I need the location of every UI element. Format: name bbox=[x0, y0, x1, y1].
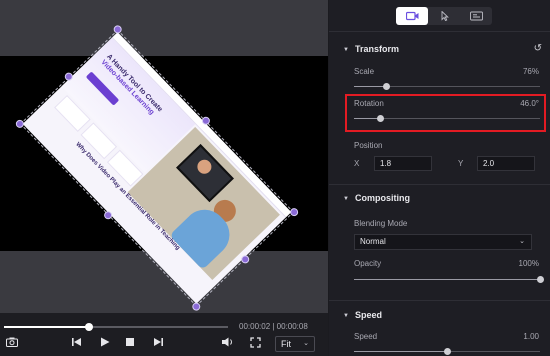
section-divider bbox=[329, 184, 550, 185]
previous-frame-icon[interactable] bbox=[69, 337, 85, 351]
blending-mode-label: Blending Mode bbox=[354, 219, 408, 228]
time-display: 00:00:02 | 00:00:08 bbox=[239, 322, 308, 331]
canvas-background-top bbox=[0, 0, 328, 56]
tab-caption[interactable] bbox=[460, 7, 492, 25]
stop-icon[interactable] bbox=[122, 337, 138, 351]
opacity-value: 100% bbox=[518, 259, 539, 268]
section-transform-header[interactable]: ▼ Transform bbox=[343, 44, 399, 54]
scale-value: 76% bbox=[522, 67, 539, 76]
position-x-label: X bbox=[354, 159, 360, 168]
volume-icon[interactable] bbox=[220, 337, 236, 351]
collapse-triangle-icon: ▼ bbox=[343, 313, 349, 319]
seek-thumb[interactable] bbox=[85, 323, 94, 331]
position-y-label: Y bbox=[458, 159, 464, 168]
position-x-input[interactable]: 1.8 bbox=[374, 156, 432, 171]
opacity-slider-thumb[interactable] bbox=[537, 276, 544, 283]
caption-icon bbox=[469, 11, 483, 21]
play-icon[interactable] bbox=[97, 337, 113, 351]
opacity-slider[interactable] bbox=[354, 276, 544, 283]
tab-animation[interactable] bbox=[428, 7, 460, 25]
video-editor-window: A Handy Tool to Create Video-based Learn… bbox=[0, 0, 550, 356]
panel-divider bbox=[329, 31, 550, 32]
collapse-triangle-icon: ▼ bbox=[343, 47, 349, 53]
next-frame-icon[interactable] bbox=[150, 337, 166, 351]
reset-icon[interactable]: ↺ bbox=[534, 43, 542, 54]
preview-area: A Handy Tool to Create Video-based Learn… bbox=[0, 0, 328, 356]
cursor-icon bbox=[441, 11, 449, 21]
opacity-label: Opacity bbox=[354, 259, 382, 268]
collapse-triangle-icon: ▼ bbox=[343, 196, 349, 202]
rotation-slider-thumb[interactable] bbox=[377, 115, 385, 122]
seek-bar[interactable] bbox=[4, 323, 228, 331]
chevron-down-icon: ⌄ bbox=[303, 340, 309, 347]
rotation-label: Rotation bbox=[354, 99, 384, 108]
blending-mode-value: Normal bbox=[360, 237, 386, 246]
scale-slider[interactable] bbox=[354, 83, 540, 90]
panel-tab-bar bbox=[396, 7, 492, 25]
blending-mode-select[interactable]: Normal ⌄ bbox=[354, 234, 532, 250]
rotation-value: 46.0° bbox=[520, 99, 539, 108]
section-divider bbox=[329, 300, 550, 301]
speed-label: Speed bbox=[354, 332, 378, 341]
zoom-fit-value: Fit bbox=[281, 339, 291, 349]
position-label: Position bbox=[354, 141, 383, 150]
chevron-down-icon: ⌄ bbox=[519, 238, 525, 245]
section-speed-header[interactable]: ▼ Speed bbox=[343, 310, 382, 320]
position-y-input[interactable]: 2.0 bbox=[477, 156, 535, 171]
player-controls: 00:00:02 | 00:00:08 Fit ⌄ bbox=[0, 313, 328, 356]
tab-video[interactable] bbox=[396, 7, 428, 25]
speed-value: 1.00 bbox=[523, 332, 539, 341]
snapshot-camera-icon[interactable] bbox=[4, 337, 20, 351]
zoom-fit-dropdown[interactable]: Fit ⌄ bbox=[275, 336, 315, 352]
fullscreen-icon[interactable] bbox=[247, 337, 263, 351]
scale-label: Scale bbox=[354, 67, 375, 76]
speed-slider-thumb[interactable] bbox=[444, 348, 451, 355]
properties-panel: ▼ Transform ↺ Scale 76% Rotation 46.0° Po… bbox=[329, 0, 550, 356]
video-icon bbox=[405, 11, 418, 21]
rotation-slider[interactable] bbox=[354, 115, 540, 122]
scale-slider-thumb[interactable] bbox=[382, 83, 390, 90]
speed-slider[interactable] bbox=[354, 348, 540, 355]
section-compositing-header[interactable]: ▼ Compositing bbox=[343, 193, 410, 203]
